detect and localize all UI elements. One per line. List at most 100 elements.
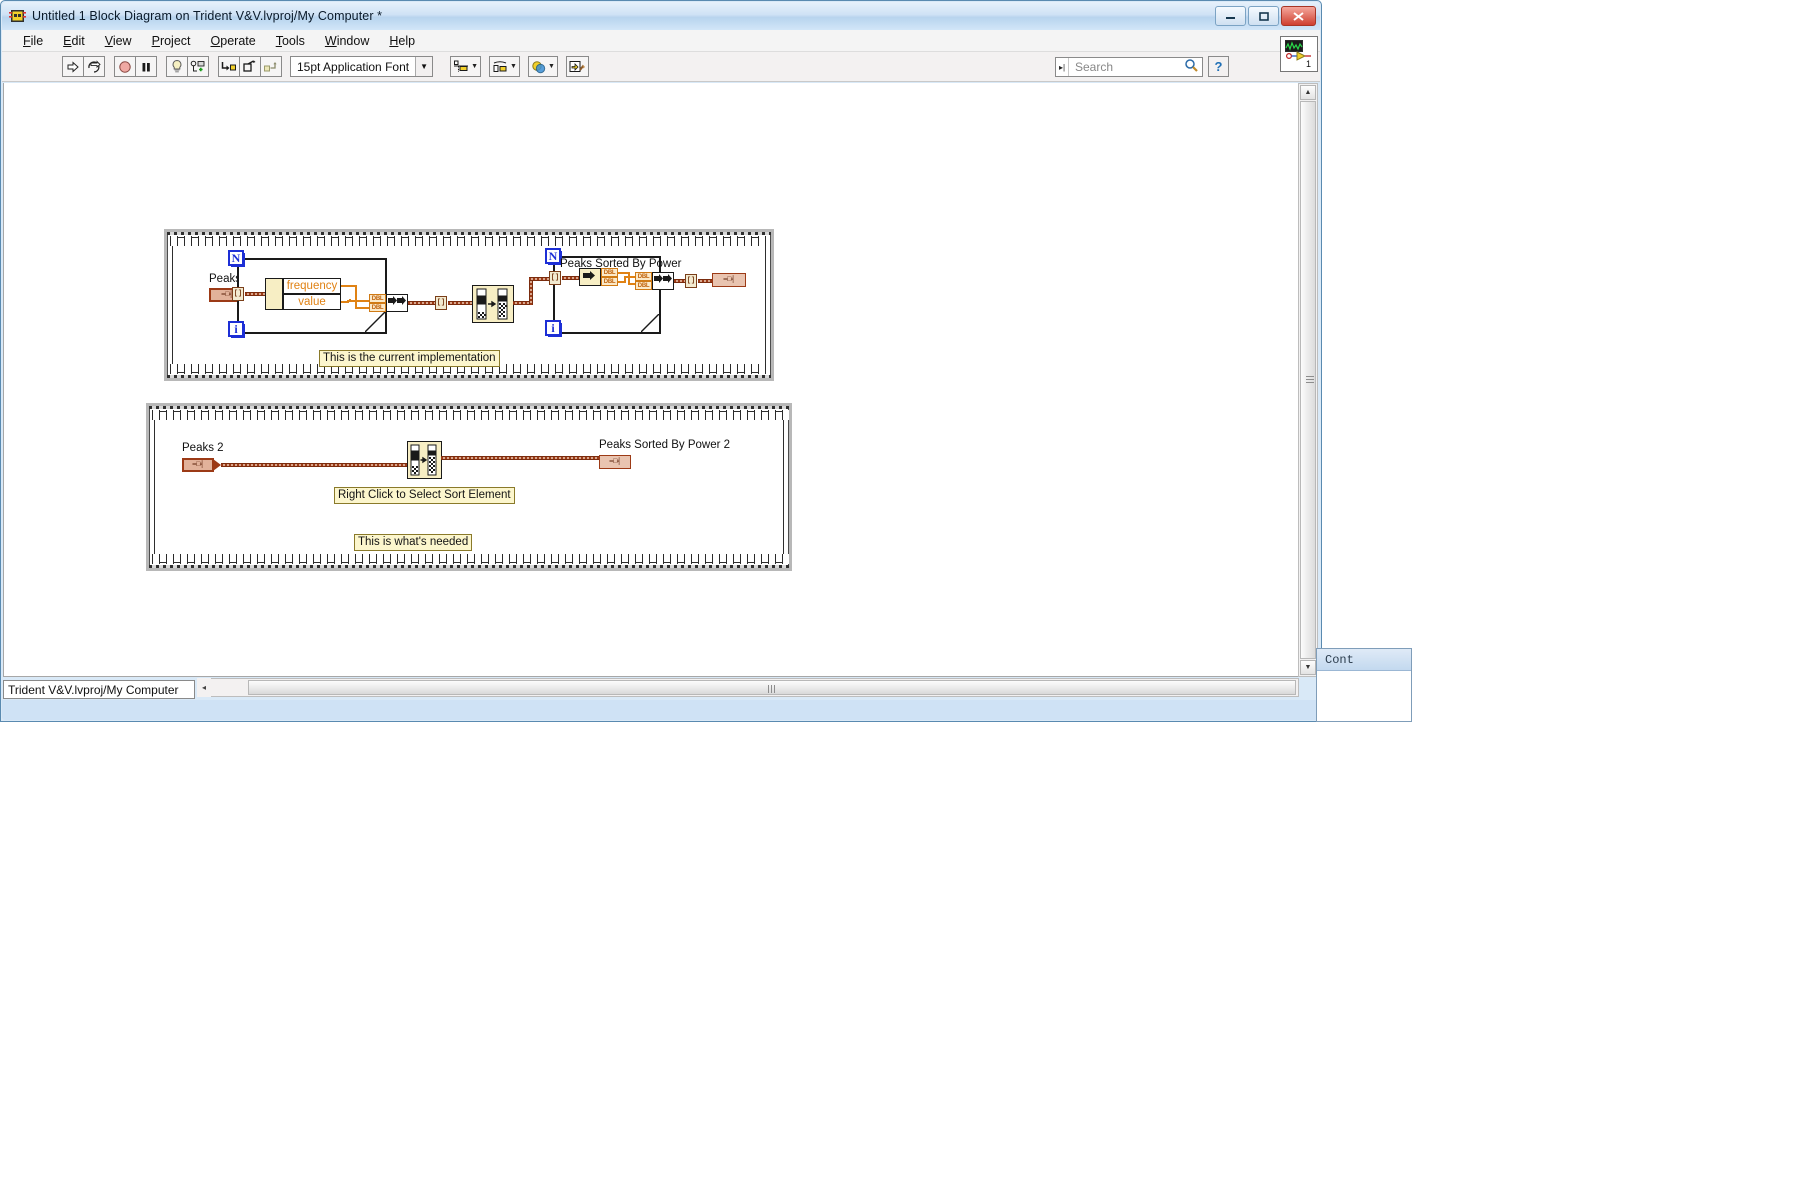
distribute-objects-button[interactable]: ▼ [489,56,520,77]
reorder-button[interactable]: ▼ [527,56,558,77]
unbundle-field-value-label: value [298,296,326,308]
vertical-scroll-thumb[interactable] [1300,101,1316,659]
status-bar-expand-arrow[interactable]: ◂ [197,678,211,697]
distribute-objects-arrow[interactable]: ▼ [510,63,517,70]
menu-item-edit[interactable]: Edit [54,32,94,50]
question-mark-icon: ? [1214,59,1223,74]
vi-icon-pane[interactable]: 1 [1280,36,1318,72]
wire-loop2-to-indicator[interactable] [698,279,712,283]
clean-up-diagram-button[interactable] [565,56,589,77]
toolbar-run-group [62,56,105,77]
wire-sort-to-loop2-v[interactable] [529,279,533,305]
whats-needed-structure[interactable]: Peaks 2 ═□╡ Peaks Sorted By Power 2 ═□╡ … [146,403,792,571]
menu-label-file-rest: ile [30,33,44,48]
wire-loop1-tunnel-to-unbundle[interactable] [245,292,267,296]
font-selector[interactable]: 15pt Application Font ▼ [290,56,434,77]
for-loop-2-input-tunnel-label: [] [550,274,560,282]
horizontal-scrollbar[interactable] [197,678,1299,697]
horizontal-scroll-thumb[interactable] [248,680,1296,695]
reorder-arrow[interactable]: ▼ [548,63,555,70]
wire-sort2-to-indicator[interactable] [441,456,601,460]
for-loop-2-i-label: i [551,320,555,335]
wire-loop2-tunnel-to-unbundle[interactable] [562,276,580,280]
for-loop-1-count-terminal[interactable]: N [228,250,244,266]
svg-text:1: 1 [1306,59,1311,69]
for-loop-1-iteration-terminal[interactable]: i [228,321,244,337]
menu-item-view[interactable]: View [96,32,141,50]
unbundle-field-frequency-label: frequency [286,280,338,292]
bundle-cluster-node-2[interactable] [652,272,674,290]
wire-peaks2-to-sort[interactable] [221,463,408,467]
help-button[interactable]: ? [1208,56,1229,77]
toolbar-step-group [218,56,282,77]
scroll-down-arrow-icon[interactable]: ▼ [1300,660,1316,675]
menu-item-tools[interactable]: Tools [267,32,314,50]
menu-item-project[interactable]: Project [143,32,200,50]
unbundle-field-value[interactable]: value [283,294,341,310]
abort-button[interactable] [114,56,136,77]
for-loop-1-output-tunnel-label: [] [436,299,446,307]
window-bottom-strip [2,700,1320,720]
unbundle-by-name-node[interactable] [265,278,283,310]
for-loop-1-N-label: N [231,250,241,265]
comment-current-implementation[interactable]: This is the current implementation [319,350,500,367]
peaks-sorted-indicator-terminal[interactable]: ═□╡ [712,273,746,287]
wire-sort-to-loop2-h2[interactable] [529,277,551,281]
sort-1d-array-node-2[interactable] [407,441,442,479]
align-objects-arrow[interactable]: ▼ [471,63,478,70]
highlight-execution-button[interactable] [166,56,188,77]
wire-value-connector[interactable] [347,300,369,302]
for-loop-2-input-tunnel[interactable]: [] [549,271,561,285]
controls-palette-title: Cont [1317,649,1411,671]
menu-item-window[interactable]: Window [316,32,378,50]
step-over-button[interactable] [239,56,261,77]
retain-wire-values-button[interactable] [187,56,209,77]
magnifier-icon[interactable] [1184,58,1202,77]
sort-1d-array-node[interactable] [472,285,514,323]
for-loop-2-output-tunnel[interactable]: [] [685,274,697,288]
step-into-button[interactable] [218,56,240,77]
window-controls [1215,6,1316,26]
wire-frequency-to-dbl[interactable] [355,307,369,309]
status-bar-text: Trident V&V.lvproj/My Computer [8,682,179,697]
scroll-up-arrow-icon[interactable]: ▲ [1300,85,1316,100]
unbundle-cluster-node-2[interactable] [579,268,601,286]
align-objects-button[interactable]: ▼ [450,56,482,77]
for-loop-2-count-terminal[interactable]: N [545,248,561,264]
block-diagram-canvas[interactable]: Peaks ═□╡ N i [] frequency value DBL DBL… [3,83,1299,677]
bundle-2-dbl-bottom: DBL [635,281,652,290]
unbundle-field-frequency[interactable]: frequency [283,278,341,294]
controls-palette-window[interactable]: Cont [1316,648,1412,722]
bundle-cluster-node[interactable] [386,294,408,312]
for-loop-2-output-tunnel-label: [] [686,277,696,285]
search-input[interactable]: ▸| Search [1055,57,1203,77]
pin-arrow-icon[interactable]: ▸| [1056,58,1069,76]
comment-right-click-to-select-sort-element[interactable]: Right Click to Select Sort Element [334,487,515,504]
for-loop-1-input-tunnel[interactable]: [] [232,287,244,301]
menu-item-operate[interactable]: Operate [202,32,265,50]
wire-loop1-to-sort[interactable] [448,301,473,305]
for-loop-2-iteration-terminal[interactable]: i [545,320,561,336]
step-out-button[interactable] [260,56,282,77]
menu-item-help[interactable]: Help [380,32,424,50]
current-implementation-structure[interactable]: Peaks ═□╡ N i [] frequency value DBL DBL… [164,229,774,381]
bundle-2-dbl-top: DBL [635,272,652,281]
peaks-2-control-terminal[interactable]: ═□╡ [182,458,214,472]
run-continuously-button[interactable] [83,56,105,77]
peaks-sorted-2-indicator-terminal[interactable]: ═□╡ [599,455,631,469]
run-button[interactable] [62,56,84,77]
for-loop-2-N-label: N [548,248,558,263]
close-button[interactable] [1281,6,1316,26]
menu-item-file[interactable]: File [14,32,52,50]
wire-bundle-to-loop1-out[interactable] [408,301,436,305]
peaks-2-terminal-glyph: ═□╡ [192,461,204,469]
maximize-button[interactable] [1248,6,1279,26]
font-selector-arrow[interactable]: ▼ [415,57,433,76]
for-loop-1-output-tunnel[interactable]: [] [435,296,447,310]
labview-block-diagram-window: Untitled 1 Block Diagram on Trident V&V.… [0,0,1322,722]
pause-button[interactable] [135,56,157,77]
minimize-button[interactable] [1215,6,1246,26]
comment-this-is-whats-needed[interactable]: This is what's needed [354,534,473,551]
wire-frequency-down[interactable] [355,285,357,309]
vertical-scrollbar[interactable]: ▲ ▼ [1298,83,1318,677]
